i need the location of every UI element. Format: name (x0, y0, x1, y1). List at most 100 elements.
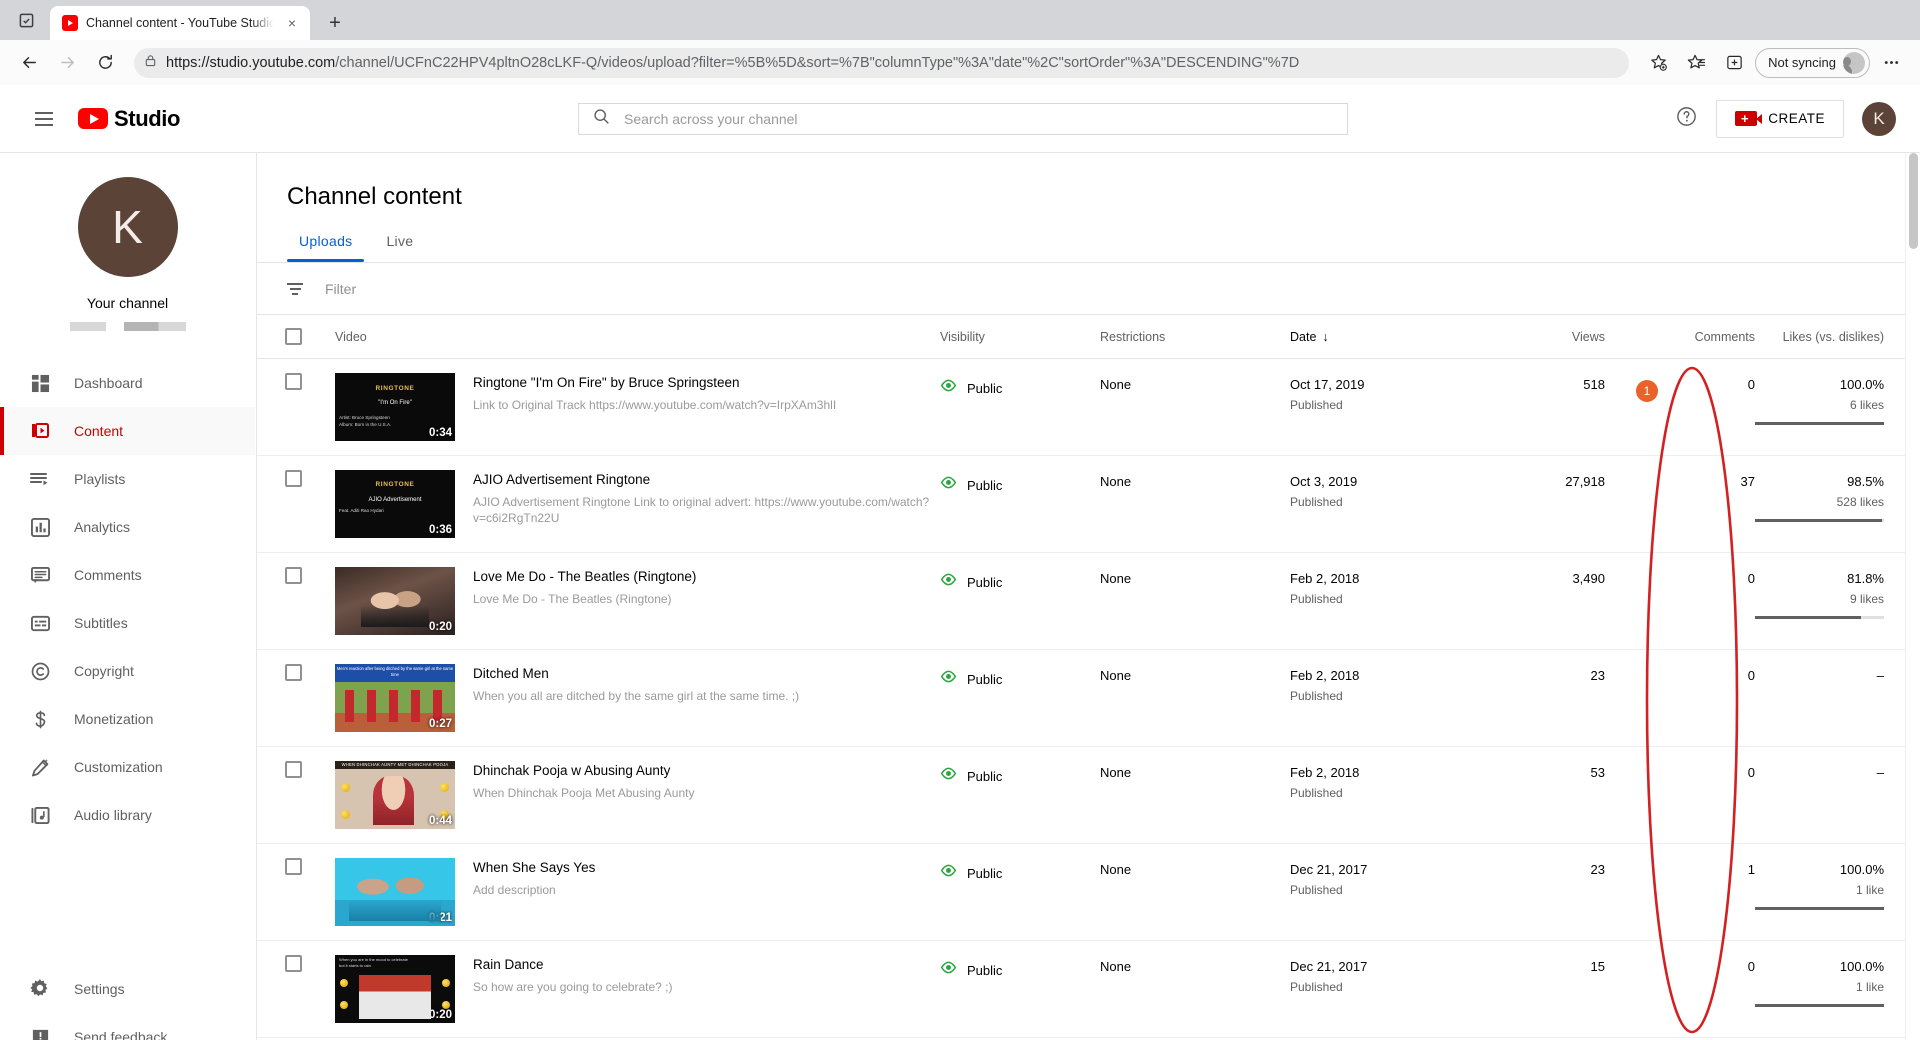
sidebar-item-subtitles[interactable]: Subtitles (0, 599, 255, 647)
create-button[interactable]: CREATE (1716, 99, 1844, 138)
filter-bar[interactable]: Filter (257, 263, 1920, 315)
video-cell[interactable]: When you are in the mood to celebrate but… (335, 955, 940, 1023)
select-all-checkbox[interactable] (285, 328, 335, 345)
back-icon[interactable] (12, 46, 46, 80)
tab-search-icon[interactable] (6, 0, 46, 40)
browser-tab[interactable]: Channel content - YouTube Studio × (50, 6, 310, 40)
add-favorite-icon[interactable] (1641, 46, 1675, 80)
table-row[interactable]: Men's reaction after being ditched by th… (257, 650, 1920, 747)
video-duration: 0:20 (428, 1008, 452, 1021)
studio-logo[interactable]: Studio (78, 106, 180, 132)
likes-cell: 98.5% 528 likes (1755, 470, 1920, 522)
like-ratio-bar (1755, 907, 1884, 910)
sidebar-item-analytics[interactable]: Analytics (0, 503, 255, 551)
video-title[interactable]: AJIO Advertisement Ringtone (473, 472, 940, 487)
restrictions-cell: None (1100, 567, 1290, 586)
browser-settings-icon[interactable] (1874, 46, 1908, 80)
table-row[interactable]: When you are in the mood to celebrate but… (257, 941, 1920, 1038)
comments-count: 1 (1747, 862, 1755, 877)
row-checkbox[interactable] (285, 664, 335, 681)
visibility-cell[interactable]: Public (940, 955, 1100, 981)
row-checkbox[interactable] (285, 761, 335, 778)
video-title[interactable]: When She Says Yes (473, 860, 595, 875)
sidebar-item-customization[interactable]: Customization (0, 743, 255, 791)
row-checkbox[interactable] (285, 955, 335, 972)
sidebar-item-label: Subtitles (74, 615, 128, 631)
new-tab-button[interactable]: + (320, 8, 350, 38)
row-checkbox[interactable] (285, 373, 335, 390)
filter-icon[interactable] (287, 282, 303, 295)
table-row[interactable]: RINGTONE "I'm On Fire" Artist: Bruce Spr… (257, 359, 1920, 456)
video-cell[interactable]: 0:21 When She Says Yes Add description (335, 858, 940, 926)
video-cell[interactable]: 0:20 Love Me Do - The Beatles (Ringtone)… (335, 567, 940, 635)
sidebar-item-label: Content (74, 423, 124, 439)
video-thumbnail[interactable]: RINGTONE AJIO Advertisement Feat. Aditi … (335, 470, 455, 538)
url-path: /channel/UCFnC22HPV4pltnO28cLKF-Q/videos… (335, 54, 1300, 71)
address-bar[interactable]: https://studio.youtube.com/channel/UCFnC… (134, 47, 1630, 78)
channel-summary[interactable]: K Your channel (0, 177, 255, 353)
sidebar-item-dashboard[interactable]: Dashboard (0, 359, 255, 407)
sort-descending-icon: ↓ (1322, 329, 1329, 344)
video-cell[interactable]: RINGTONE "I'm On Fire" Artist: Bruce Spr… (335, 373, 940, 441)
column-header-date[interactable]: Date ↓ (1290, 330, 1460, 344)
video-title[interactable]: Love Me Do - The Beatles (Ringtone) (473, 569, 696, 584)
visibility-cell[interactable]: Public (940, 567, 1100, 593)
sidebar-item-copyright[interactable]: Copyright (0, 647, 255, 695)
video-thumbnail[interactable]: WHEN DHINCHAK AUNTY MET DHINCHAK POOJA 0… (335, 761, 455, 829)
sidebar-item-send-feedback[interactable]: Send feedback (0, 1013, 255, 1040)
row-checkbox[interactable] (285, 470, 335, 487)
table-row[interactable]: WHEN DHINCHAK AUNTY MET DHINCHAK POOJA 0… (257, 747, 1920, 844)
help-icon[interactable] (1675, 105, 1698, 133)
tab-live[interactable]: Live (374, 233, 425, 262)
video-title[interactable]: Rain Dance (473, 957, 672, 972)
sync-status-button[interactable]: Not syncing (1755, 47, 1870, 78)
row-checkbox[interactable] (285, 567, 335, 584)
hamburger-icon[interactable] (24, 99, 64, 139)
comments-count: 0 (1747, 377, 1755, 392)
date-cell: Feb 2, 2018 Published (1290, 664, 1460, 703)
table-row[interactable]: 0:20 Love Me Do - The Beatles (Ringtone)… (257, 553, 1920, 650)
favorites-icon[interactable] (1679, 46, 1713, 80)
sidebar-item-content[interactable]: Content (0, 407, 255, 455)
video-thumbnail[interactable]: RINGTONE "I'm On Fire" Artist: Bruce Spr… (335, 373, 455, 441)
close-icon[interactable]: × (282, 13, 302, 33)
video-thumbnail[interactable]: Men's reaction after being ditched by th… (335, 664, 455, 732)
table-header: Video Visibility Restrictions Date ↓ Vie… (257, 315, 1920, 359)
scrollbar-thumb[interactable] (1909, 153, 1918, 249)
views-cell: 518 (1460, 373, 1605, 392)
collections-icon[interactable] (1717, 46, 1751, 80)
search-input[interactable]: Search across your channel (578, 102, 1348, 135)
video-title[interactable]: Ditched Men (473, 666, 799, 681)
vertical-scrollbar[interactable]: ▲ ▼ (1905, 153, 1920, 1040)
visibility-cell[interactable]: Public (940, 761, 1100, 787)
tab-uploads[interactable]: Uploads (287, 233, 365, 262)
video-thumbnail[interactable]: When you are in the mood to celebrate but… (335, 955, 455, 1023)
publish-date: Dec 21, 2017 (1290, 959, 1368, 974)
video-thumbnail[interactable]: 0:21 (335, 858, 455, 926)
video-title[interactable]: Ringtone "I'm On Fire" by Bruce Springst… (473, 375, 836, 390)
url-domain: https://studio.youtube.com (166, 54, 336, 71)
table-row[interactable]: RINGTONE AJIO Advertisement Feat. Aditi … (257, 456, 1920, 553)
video-cell[interactable]: RINGTONE AJIO Advertisement Feat. Aditi … (335, 470, 940, 538)
sidebar-item-playlists[interactable]: Playlists (0, 455, 255, 503)
reload-icon[interactable] (88, 46, 122, 80)
visibility-cell[interactable]: Public (940, 858, 1100, 884)
video-cell[interactable]: Men's reaction after being ditched by th… (335, 664, 940, 732)
sidebar-item-comments[interactable]: Comments (0, 551, 255, 599)
sidebar-item-audio-library[interactable]: Audio library (0, 791, 255, 839)
video-title[interactable]: Dhinchak Pooja w Abusing Aunty (473, 763, 694, 778)
visibility-cell[interactable]: Public (940, 664, 1100, 690)
video-description: Add description (473, 883, 556, 897)
visibility-cell[interactable]: Public (940, 373, 1100, 399)
table-row[interactable]: 0:21 When She Says Yes Add description P… (257, 844, 1920, 941)
restrictions-label: None (1100, 377, 1132, 392)
account-avatar[interactable]: K (1862, 101, 1896, 136)
sidebar-item-settings[interactable]: Settings (0, 965, 255, 1013)
sidebar-item-monetization[interactable]: Monetization (0, 695, 255, 743)
visibility-cell[interactable]: Public (940, 470, 1100, 496)
video-thumbnail[interactable]: 0:20 (335, 567, 455, 635)
row-checkbox[interactable] (285, 858, 335, 875)
forward-icon[interactable] (50, 46, 84, 80)
checkbox-icon (285, 955, 302, 972)
video-cell[interactable]: WHEN DHINCHAK AUNTY MET DHINCHAK POOJA 0… (335, 761, 940, 829)
